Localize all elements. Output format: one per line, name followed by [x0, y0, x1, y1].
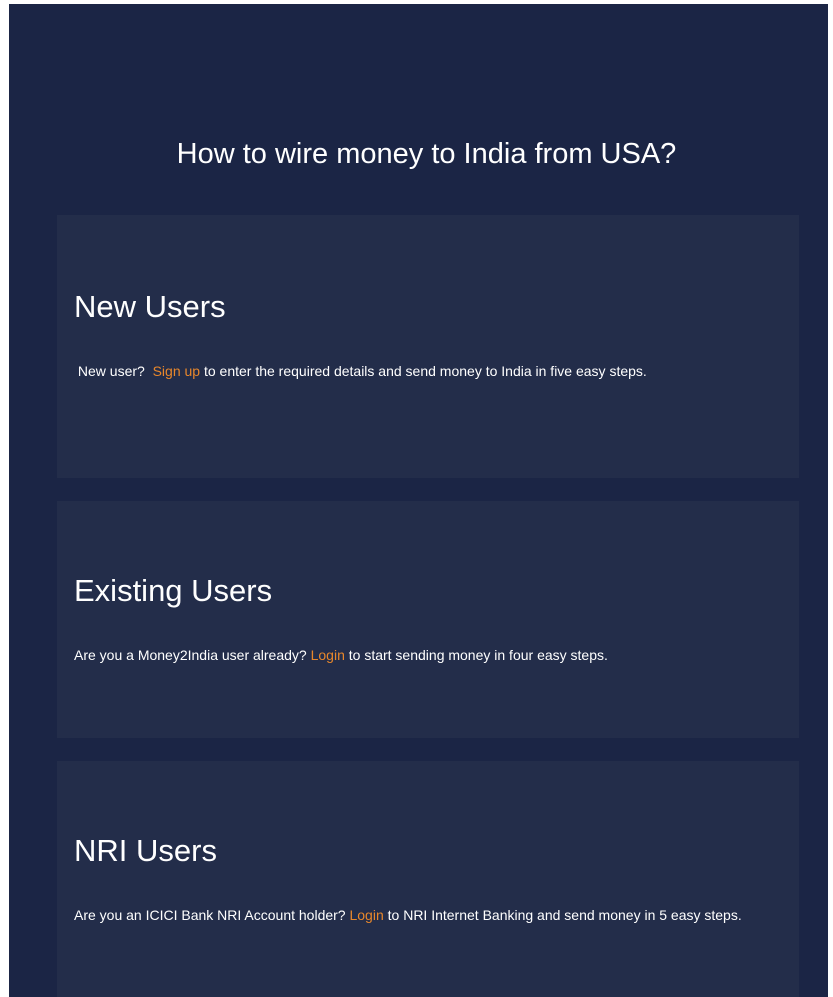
nri-users-description: Are you an ICICI Bank NRI Account holder…: [74, 905, 779, 926]
new-users-text-before: New user?: [77, 363, 145, 379]
new-users-text-after: to enter the required details and send m…: [203, 363, 647, 379]
nri-users-card: NRI Users Are you an ICICI Bank NRI Acco…: [57, 761, 799, 997]
existing-users-card: Existing Users Are you a Money2India use…: [57, 501, 799, 738]
new-users-description: New user? Sign up to enter the required …: [74, 361, 779, 382]
nri-users-heading: NRI Users: [74, 833, 217, 868]
existing-users-text-after: to start sending money in four easy step…: [348, 647, 608, 663]
existing-users-description: Are you a Money2India user already? Logi…: [74, 645, 779, 666]
new-users-heading: New Users: [74, 289, 226, 324]
existing-users-login-link[interactable]: Login: [311, 647, 345, 663]
sign-up-link[interactable]: Sign up: [153, 363, 200, 379]
nri-users-text-before: Are you an ICICI Bank NRI Account holder…: [74, 907, 346, 923]
page-title: How to wire money to India from USA?: [176, 138, 677, 170]
new-users-card: New Users New user? Sign up to enter the…: [57, 215, 799, 478]
page-container: How to wire money to India from USA? New…: [9, 4, 828, 997]
existing-users-heading: Existing Users: [74, 573, 273, 608]
existing-users-text-before: Are you a Money2India user already?: [74, 647, 307, 663]
nri-login-link[interactable]: Login: [349, 907, 383, 923]
nri-users-text-after: to NRI Internet Banking and send money i…: [387, 907, 742, 923]
